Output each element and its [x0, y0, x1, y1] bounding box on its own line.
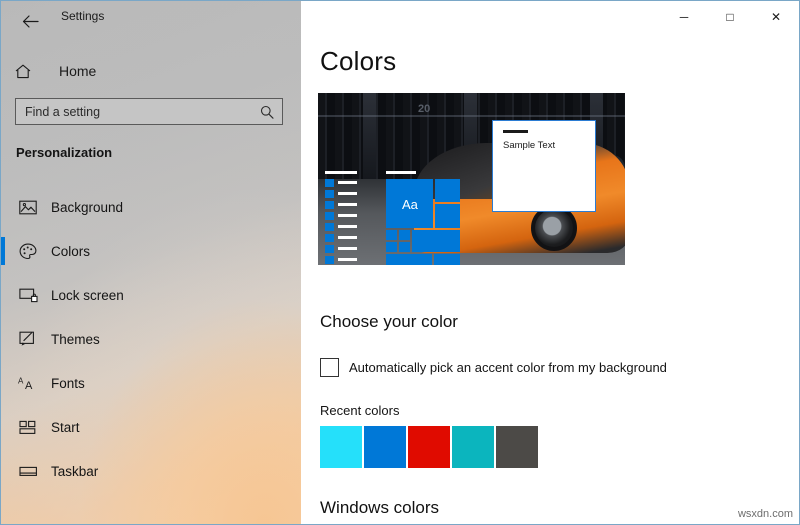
preview-window-titlebar-line: [503, 130, 528, 133]
preview-app-dash: [338, 192, 357, 195]
font-icon: A A: [17, 376, 39, 391]
preview-start-menu: Aa: [321, 171, 471, 265]
auto-accent-label: Automatically pick an accent color from …: [349, 360, 667, 375]
preview-app-dash: [338, 203, 357, 206]
selection-indicator: [1, 237, 5, 265]
watermark: wsxdn.com: [738, 508, 793, 520]
sidebar-item-themes[interactable]: Themes: [1, 317, 301, 361]
sidebar-item-label: Background: [51, 200, 123, 215]
preview-app-dash: [338, 247, 357, 250]
sidebar-item-start[interactable]: Start: [1, 405, 301, 449]
brush-icon: [17, 331, 39, 347]
recent-colors-label: Recent colors: [320, 403, 399, 418]
image-icon: [17, 200, 39, 215]
sidebar-section-title: Personalization: [16, 145, 112, 160]
preview-tile-small: [399, 242, 410, 252]
content-pane: ─ □ ✕ Colors 20: [301, 1, 799, 524]
sidebar-item-label: Colors: [51, 244, 90, 259]
choose-your-color-heading: Choose your color: [320, 312, 458, 332]
preview-sample-window: Sample Text: [492, 120, 596, 212]
back-arrow-icon[interactable]: [15, 7, 45, 35]
svg-text:A: A: [18, 376, 24, 385]
search-icon[interactable]: [260, 105, 274, 119]
sidebar-item-lock-screen[interactable]: Lock screen: [1, 273, 301, 317]
sidebar-item-label: Start: [51, 420, 80, 435]
sidebar-titlebar: Settings: [1, 1, 301, 41]
preview-app-dash: [338, 258, 357, 261]
recent-colors-swatches: [320, 426, 540, 468]
color-swatch-cyan[interactable]: [320, 426, 362, 468]
preview-tile: [435, 204, 460, 228]
preview-sample-text: Sample Text: [503, 140, 555, 151]
preview-app-dash: [338, 214, 357, 217]
preview-tile-wide: [434, 254, 460, 265]
sidebar-nav-list: Background Colors: [1, 185, 301, 493]
sidebar-item-taskbar[interactable]: Taskbar: [1, 449, 301, 493]
preview-tile-small: [399, 230, 410, 240]
start-tiles-icon: [17, 420, 39, 435]
selection-indicator: [1, 369, 5, 397]
sidebar: Settings Home Find a setting Personaliza…: [1, 1, 301, 525]
preview-tile: [435, 179, 460, 202]
auto-accent-checkbox[interactable]: [320, 358, 339, 377]
preview-tile-text: Aa: [402, 197, 418, 212]
sidebar-item-home[interactable]: Home: [1, 54, 301, 88]
sidebar-item-label: Taskbar: [51, 464, 98, 479]
svg-text:A: A: [25, 380, 33, 391]
preview-app-dash: [338, 225, 357, 228]
palette-icon: [17, 243, 39, 260]
selection-indicator: [1, 457, 5, 485]
sidebar-item-label: Themes: [51, 332, 100, 347]
color-swatch-blue[interactable]: [364, 426, 406, 468]
taskbar-icon: [17, 465, 39, 478]
preview-start-tiles: Aa: [384, 171, 474, 265]
color-preview: 20: [318, 93, 625, 265]
color-swatch-dark-gray[interactable]: [496, 426, 538, 468]
minimize-button[interactable]: ─: [661, 1, 707, 33]
preview-app-dash: [338, 181, 357, 184]
preview-app-square: [325, 201, 334, 209]
preview-start-applist: [321, 171, 361, 265]
preview-app-square: [325, 190, 334, 198]
home-label: Home: [59, 63, 96, 79]
close-button[interactable]: ✕: [753, 1, 799, 33]
preview-app-square: [325, 245, 334, 253]
home-icon: [15, 64, 49, 79]
preview-app-dash: [338, 236, 357, 239]
sidebar-item-fonts[interactable]: A A Fonts: [1, 361, 301, 405]
preview-app-square: [325, 179, 334, 187]
sidebar-item-colors[interactable]: Colors: [1, 229, 301, 273]
sidebar-item-label: Fonts: [51, 376, 85, 391]
preview-app-square: [325, 256, 334, 264]
preview-tile-wide: [386, 254, 432, 265]
preview-pillar: [363, 93, 376, 179]
lock-screen-icon: [17, 288, 39, 303]
preview-garage-number: 20: [418, 103, 430, 115]
settings-window: Settings Home Find a setting Personaliza…: [0, 0, 800, 525]
selection-indicator: [1, 325, 5, 353]
auto-accent-checkbox-row[interactable]: Automatically pick an accent color from …: [320, 358, 667, 377]
color-swatch-red[interactable]: [408, 426, 450, 468]
preview-accent-line: [386, 171, 416, 174]
page-title: Colors: [320, 46, 396, 77]
search-input[interactable]: Find a setting: [15, 98, 283, 125]
preview-tile-wide: [412, 230, 460, 252]
window-controls: ─ □ ✕: [661, 1, 799, 33]
preview-app-square: [325, 234, 334, 242]
preview-app-square: [325, 212, 334, 220]
windows-colors-heading: Windows colors: [320, 498, 439, 518]
maximize-button[interactable]: □: [707, 1, 753, 33]
window-title: Settings: [61, 9, 104, 23]
preview-tile-small: [386, 230, 397, 240]
selection-indicator: [1, 193, 5, 221]
preview-app-square: [325, 223, 334, 231]
selection-indicator: [1, 281, 5, 309]
sidebar-item-background[interactable]: Background: [1, 185, 301, 229]
selection-indicator: [1, 413, 5, 441]
search-placeholder: Find a setting: [25, 105, 260, 119]
preview-accent-line: [325, 171, 357, 174]
preview-tile-small: [386, 242, 397, 252]
color-swatch-teal[interactable]: [452, 426, 494, 468]
sidebar-item-label: Lock screen: [51, 288, 124, 303]
